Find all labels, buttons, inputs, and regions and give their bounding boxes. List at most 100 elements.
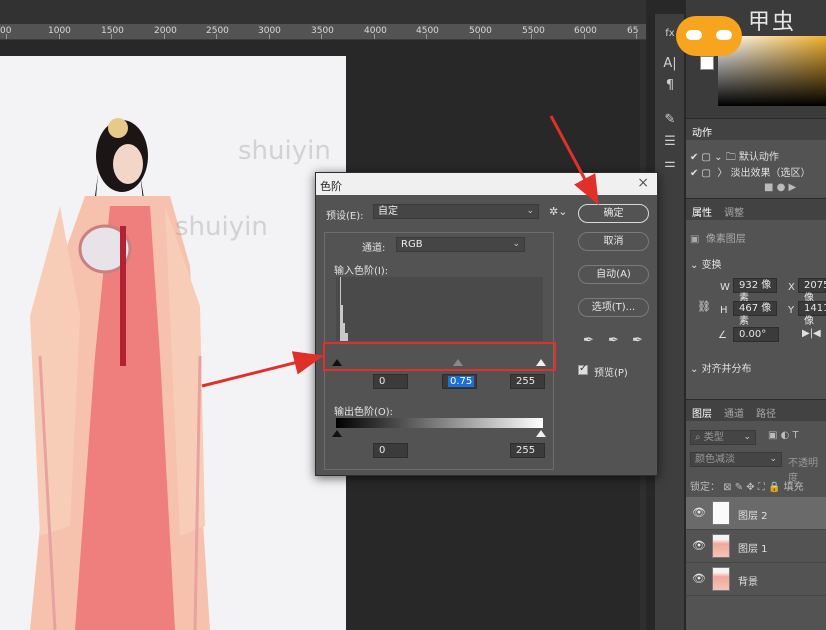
brand-logo-text: 甲虫 [748,10,797,35]
action-controls[interactable]: ■ ● ▶ [764,182,796,193]
logo-eye-left [686,30,702,40]
layer-row-selected[interactable]: 👁 图层 2 [686,497,826,530]
document-image[interactable]: shuiyin shuiyin [0,56,346,630]
panel-toolstrip: fx A| ¶ ✎ ☰ ⚌ [654,14,684,630]
watermark-text: shuiyin [238,136,331,166]
tab-properties[interactable]: 属性 [692,204,712,219]
properties-panel-header: 属性 调整 [686,198,826,220]
channel-value: RGB [401,239,423,250]
tab-adjustments[interactable]: 调整 [724,204,744,219]
ruler-label: 4500 [416,26,439,36]
adjust-icon[interactable]: ⚌ [660,154,680,174]
layers-panel-header: 图层 通道 路径 [686,399,826,421]
preset-select[interactable]: 自定 ⌄ [373,204,539,219]
layer-name: 图层 1 [738,544,768,555]
tab-layers[interactable]: 图层 [692,405,712,420]
height-field[interactable]: 467 像素 [733,301,777,327]
ruler-tick [6,34,7,39]
ruler-label: 3500 [311,26,334,36]
histogram-bar [345,333,348,341]
fill-label: 填充 [783,482,804,493]
gray-eyedropper-icon[interactable]: ✒ [608,333,619,348]
ruler-tick [373,34,375,39]
annotation-highlight-box [323,342,556,371]
layer-row[interactable]: 👁 背景 [686,563,826,596]
gamma-value: 0.75 [448,376,475,387]
input-gamma-field[interactable]: 0.75 [442,374,477,389]
x-label: X [788,282,795,293]
preview-checkbox[interactable]: ✓ [578,363,588,375]
visibility-eye-icon[interactable]: 👁 [692,539,706,552]
transform-label: 变换 [701,260,722,271]
ruler-tick [268,34,270,39]
visibility-eye-icon[interactable]: 👁 [692,572,706,585]
x-field[interactable]: 2075 像 [798,278,826,304]
output-white-field[interactable]: 255 [510,443,545,458]
output-black-handle[interactable] [332,430,342,437]
align-label: 对齐并分布 [701,364,752,375]
white-eyedropper-icon[interactable]: ✒ [632,333,643,348]
lock-row[interactable]: 锁定： ⊠ ✎ ✥ ⛶ 🔒 填充 [690,478,804,493]
ruler-label: 5500 [522,26,545,36]
input-white-field[interactable]: 255 [510,374,545,389]
lock-label: 锁定： [690,482,720,493]
sliders-icon[interactable]: ☰ [660,132,680,152]
tab-actions[interactable]: 动作 [692,124,712,139]
kind-placeholder: 类型 [703,432,724,443]
actions-panel-header: 动作 [686,118,826,140]
character-icon[interactable]: A| [660,54,680,74]
ruler-tick [216,34,217,39]
paragraph-icon[interactable]: ¶ [660,76,680,96]
tab-channels[interactable]: 通道 [724,405,744,420]
visibility-eye-icon[interactable]: 👁 [692,506,706,519]
ruler-tick [321,34,322,39]
pixel-layer-row: ▣ 像素图层 [690,234,746,245]
black-eyedropper-icon[interactable]: ✒ [583,333,594,348]
preset-value: 自定 [378,206,398,217]
gear-icon[interactable]: ✲⌄ [549,205,567,218]
ruler-label: 2000 [154,26,177,36]
width-field[interactable]: 932 像素 [733,278,777,304]
layer-row[interactable]: 👁 图层 1 [686,530,826,563]
foreground-swatch[interactable] [700,56,714,70]
dialog-titlebar[interactable]: 色阶 × [316,173,657,195]
blend-mode-select[interactable]: 颜色减淡 ⌄ [690,452,782,467]
layer-kind-filter[interactable]: ⌕ 类型 ⌄ [690,430,756,445]
transform-section[interactable]: ⌄ 变换 [690,256,722,271]
preset-label: 预设(E): [326,211,364,222]
action-item[interactable]: ✔ ▢ 〉 淡出效果（选区） [690,164,811,179]
channel-select[interactable]: RGB ⌄ [396,237,525,252]
angle-field[interactable]: 0.00° [733,327,779,342]
ok-button[interactable]: 确定 [578,204,649,223]
options-button[interactable]: 选项(T)... [578,298,649,317]
output-black-field[interactable]: 0 [373,443,408,458]
ruler-tick [426,34,427,39]
ruler-tick [111,34,112,39]
pixel-layer-label: 像素图层 [705,234,746,245]
filter-icons[interactable]: ▣ ◐ T [768,430,799,441]
angle-icon: ∠ [718,330,727,341]
channel-label: 通道: [362,243,386,254]
input-black-field[interactable]: 0 [373,374,408,389]
output-levels-label: 输出色阶(O): [334,407,394,418]
flip-icon[interactable]: ▶|◀ [802,328,821,339]
ruler-tick [531,34,532,39]
layer-name: 图层 2 [738,511,768,522]
ruler-tick [163,34,165,39]
link-icon[interactable]: ⛓ [697,300,711,313]
layer-thumbnail [712,501,730,525]
logo-eye-right [716,30,732,40]
output-white-handle[interactable] [536,430,546,437]
auto-button[interactable]: 自动(A) [578,265,649,284]
layer-thumbnail [712,567,730,591]
cancel-button[interactable]: 取消 [578,232,649,251]
ruler-label: 2500 [206,26,229,36]
ruler-label: 4000 [364,26,387,36]
y-field[interactable]: 1411 像 [798,301,826,327]
close-icon[interactable]: × [637,175,649,191]
horizontal-ruler: 00 1000 1500 2000 2500 3000 3500 4000 45… [0,24,646,40]
brush-icon[interactable]: ✎ [660,110,680,130]
align-section[interactable]: ⌄ 对齐并分布 [690,360,752,375]
ruler-label: 1500 [101,26,124,36]
tab-paths[interactable]: 路径 [756,405,776,420]
